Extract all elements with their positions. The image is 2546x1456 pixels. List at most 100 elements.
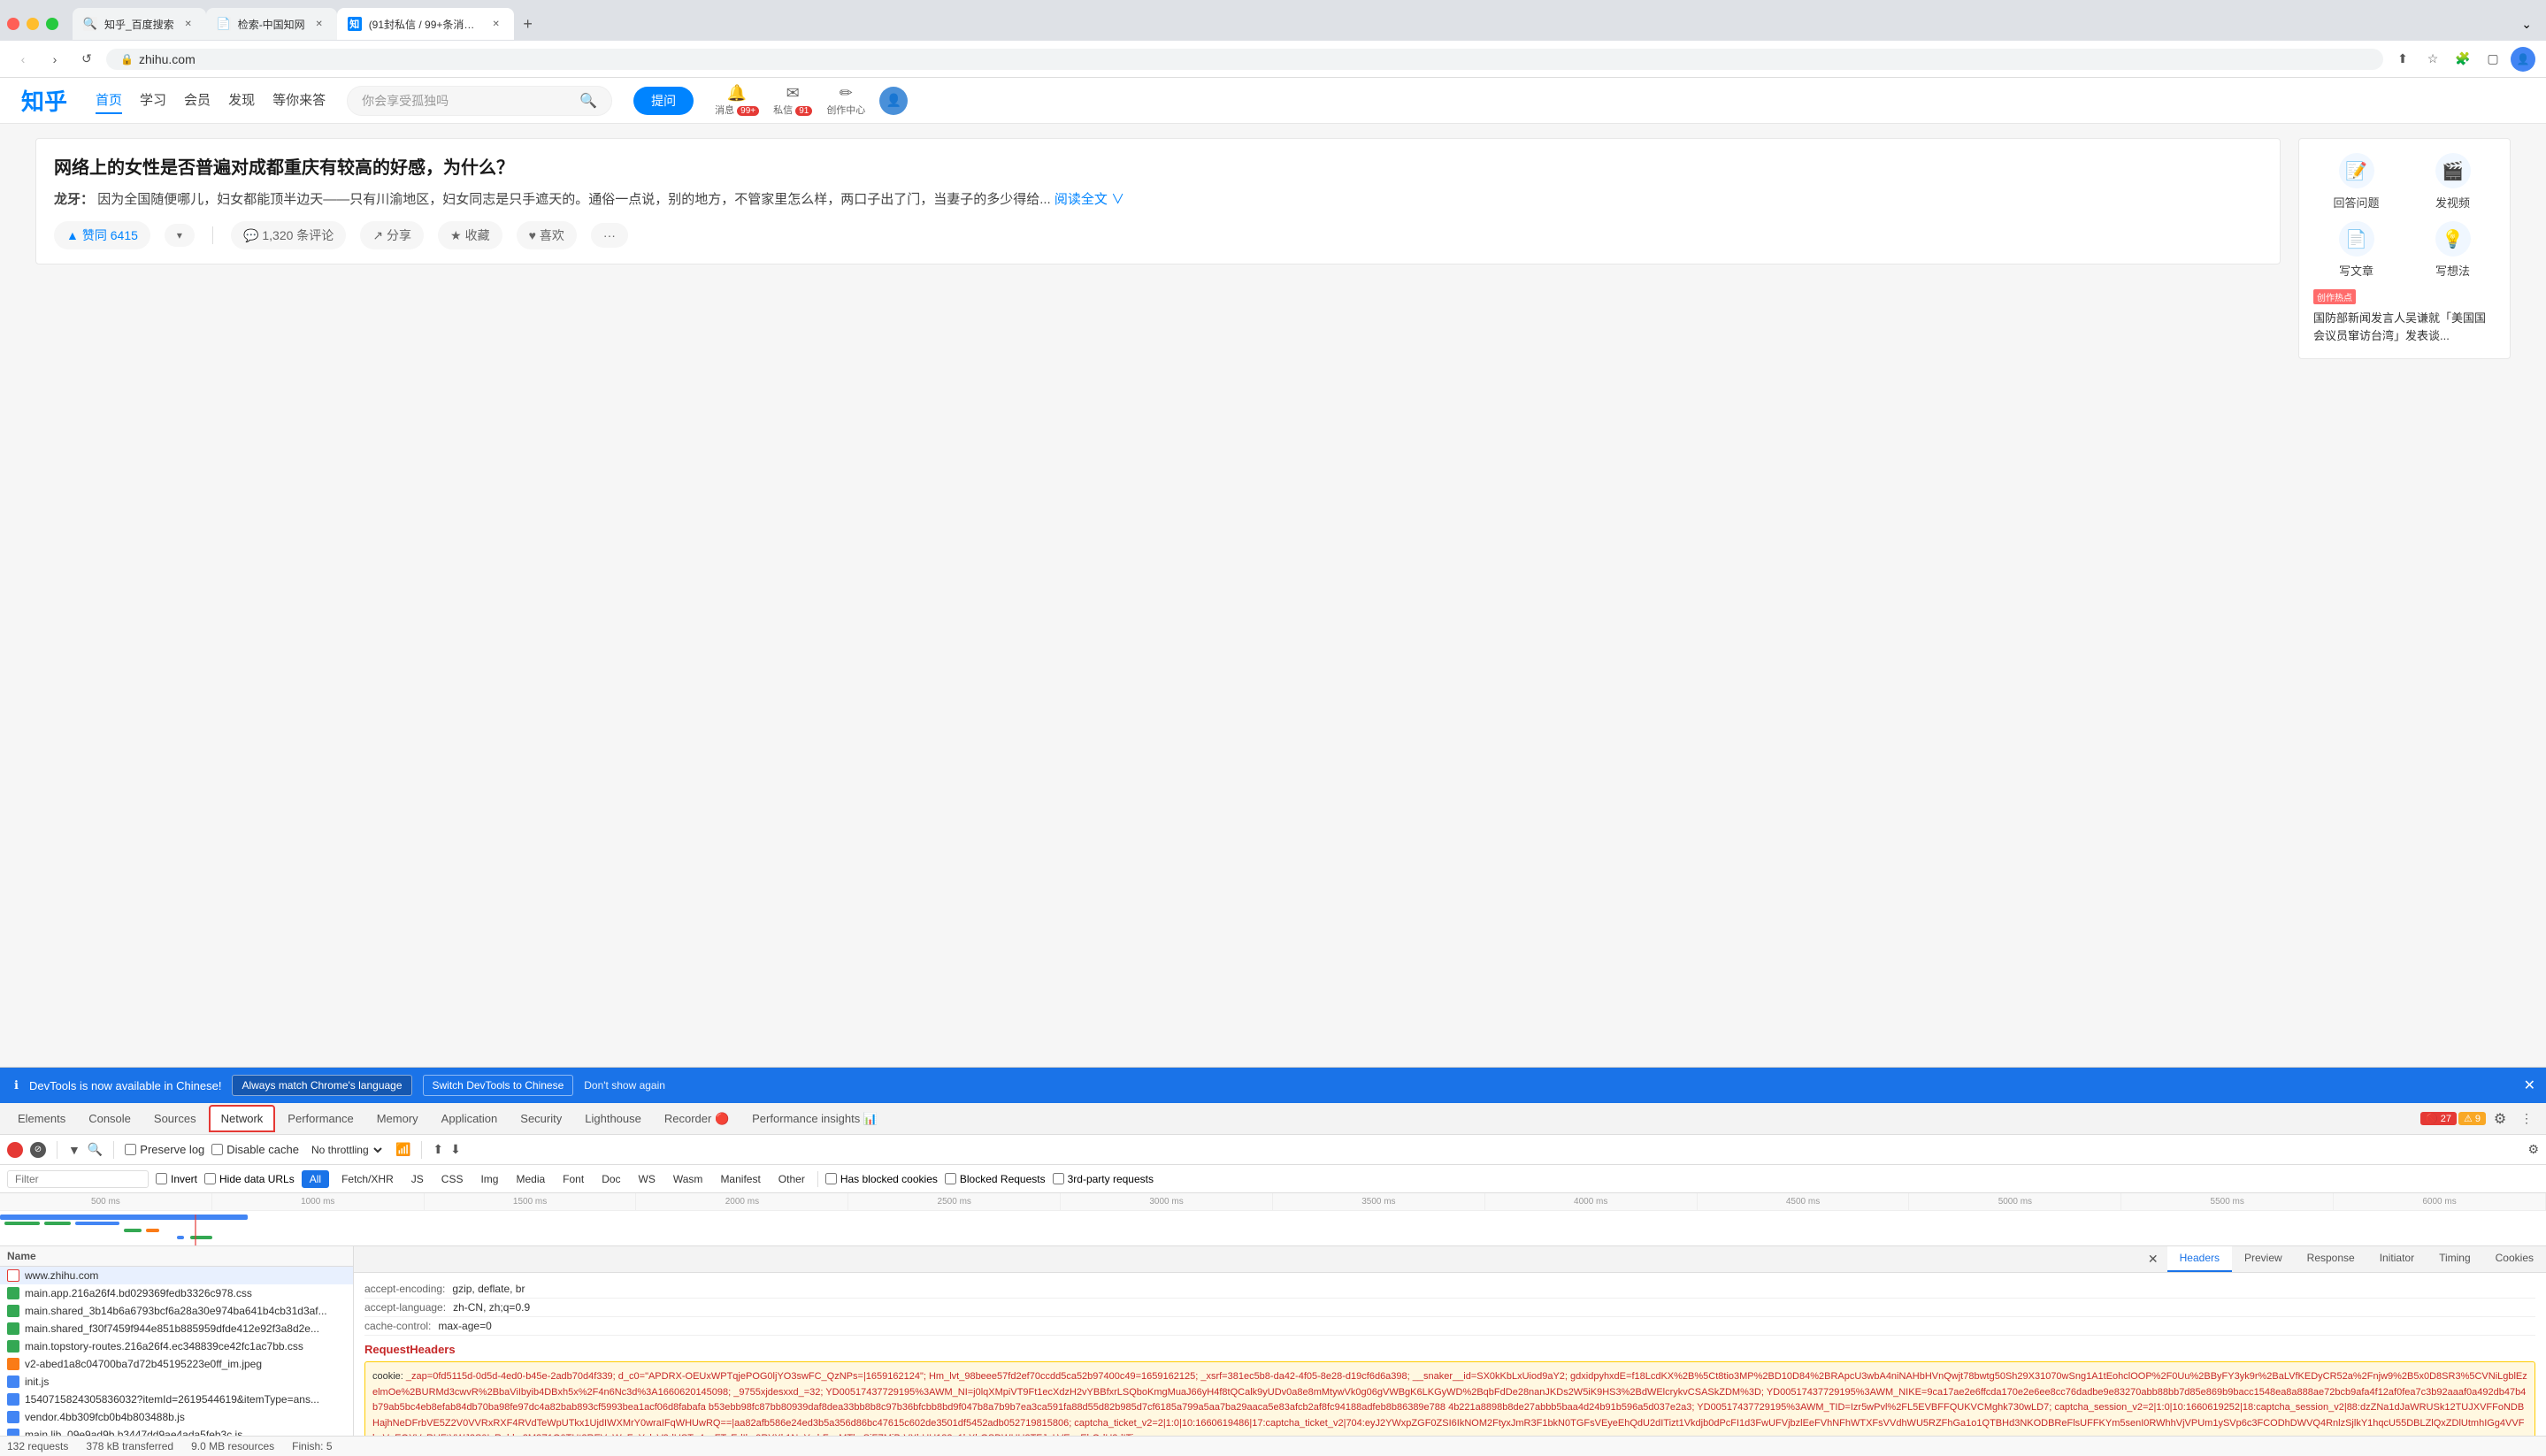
import-icon[interactable]: ⬆	[433, 1142, 443, 1157]
tab-3-close[interactable]: ✕	[489, 17, 503, 31]
minimize-button[interactable]	[27, 18, 39, 30]
network-row-item[interactable]: 1540715824305836032?itemId=2619544619&it…	[0, 1391, 353, 1408]
network-row-css2[interactable]: main.topstory-routes.216a26f4.ec348839ce…	[0, 1337, 353, 1355]
expand-icon[interactable]: ∨	[1111, 192, 1124, 207]
back-button[interactable]: ‹	[11, 47, 35, 72]
tab-network[interactable]: Network	[209, 1105, 276, 1132]
hot-news-text[interactable]: 国防部新闻发言人吴谦就「美国国会议员窜访台湾」发表谈...	[2313, 310, 2496, 344]
read-more-link[interactable]: 阅读全文	[1054, 192, 1108, 207]
filter-doc-btn[interactable]: Doc	[596, 1171, 625, 1187]
filter-other-btn[interactable]: Other	[773, 1171, 810, 1187]
bookmark-icon[interactable]: ☆	[2420, 47, 2445, 72]
tab-1-close[interactable]: ✕	[181, 17, 196, 31]
invert-input[interactable]	[156, 1173, 167, 1184]
ask-button[interactable]: 提问	[633, 87, 694, 115]
network-row-img[interactable]: v2-abed1a8c04700ba7d72b45195223e0ff_im.j…	[0, 1355, 353, 1373]
tab-bar-menu[interactable]: ⌄	[2514, 13, 2539, 35]
third-party-input[interactable]	[1053, 1173, 1064, 1184]
filter-input[interactable]	[7, 1170, 149, 1188]
save-button[interactable]: ★ 收藏	[438, 221, 502, 249]
tab-application[interactable]: Application	[431, 1107, 509, 1130]
search-icon[interactable]: 🔍	[88, 1142, 103, 1157]
network-row-lib1[interactable]: main.lib_09e9ad9b.b3447dd9ae4ada5feb3c.j…	[0, 1426, 353, 1436]
nav-wait[interactable]: 等你来答	[272, 87, 326, 114]
tab-recorder[interactable]: Recorder 🔴	[654, 1107, 740, 1131]
detail-tab-initiator[interactable]: Initiator	[2367, 1246, 2427, 1272]
filter-media-btn[interactable]: Media	[510, 1171, 550, 1187]
detail-tab-preview[interactable]: Preview	[2232, 1246, 2295, 1272]
has-blocked-checkbox[interactable]: Has blocked cookies	[825, 1173, 938, 1185]
dm-icon-group[interactable]: ✉ 私信 91	[773, 84, 812, 117]
expand-btn[interactable]: ▾	[165, 224, 195, 247]
preserve-log-input[interactable]	[125, 1144, 136, 1155]
nav-discover[interactable]: 发现	[228, 87, 255, 114]
network-row-shared2[interactable]: main.shared_f30f7459f944e851b885959dfde4…	[0, 1320, 353, 1337]
filter-wasm-btn[interactable]: Wasm	[668, 1171, 709, 1187]
filter-manifest-btn[interactable]: Manifest	[715, 1171, 765, 1187]
tab-performance[interactable]: Performance	[277, 1107, 364, 1130]
network-row-vendor[interactable]: vendor.4bb309fcb0b4b803488b.js	[0, 1408, 353, 1426]
nav-study[interactable]: 学习	[140, 87, 166, 114]
switch-chinese-button[interactable]: Switch DevTools to Chinese	[423, 1075, 574, 1096]
tab-1[interactable]: 🔍 知乎_百度搜索 ✕	[73, 8, 206, 40]
close-button[interactable]	[7, 18, 19, 30]
message-icon-group[interactable]: 🔔 消息 99+	[715, 84, 759, 117]
tab-2[interactable]: 📄 检索-中国知网 ✕	[206, 8, 337, 40]
sidebar-idea[interactable]: 💡 写想法	[2410, 221, 2496, 279]
network-row-css1[interactable]: main.app.216a26f4.bd029369fedb3326c978.c…	[0, 1284, 353, 1302]
tab-2-close[interactable]: ✕	[312, 17, 326, 31]
creator-icon-group[interactable]: ✏ 创作中心	[826, 84, 865, 117]
network-row-zhihu[interactable]: www.zhihu.com	[0, 1267, 353, 1284]
filter-xhr-btn[interactable]: Fetch/XHR	[336, 1171, 399, 1187]
hide-data-urls-input[interactable]	[204, 1173, 216, 1184]
maximize-button[interactable]	[46, 18, 58, 30]
detail-tab-cookies[interactable]: Cookies	[2483, 1246, 2546, 1272]
new-tab-button[interactable]: +	[514, 10, 542, 38]
filter-img-btn[interactable]: Img	[475, 1171, 503, 1187]
tab-perf-insights[interactable]: Performance insights 📊	[741, 1107, 888, 1131]
detail-tab-response[interactable]: Response	[2295, 1246, 2367, 1272]
upvote-button[interactable]: ▲ 赞同 6415	[54, 221, 150, 249]
forward-button[interactable]: ›	[42, 47, 67, 72]
devtools-more-icon[interactable]: ⋮	[2514, 1107, 2539, 1131]
blocked-requests-input[interactable]	[945, 1173, 956, 1184]
tab-lighthouse[interactable]: Lighthouse	[574, 1107, 652, 1130]
network-settings-icon[interactable]: ⚙	[2527, 1142, 2539, 1157]
share-button[interactable]: ↗ 分享	[360, 221, 424, 249]
preserve-log-checkbox[interactable]: Preserve log	[125, 1143, 204, 1156]
has-blocked-input[interactable]	[825, 1173, 837, 1184]
network-row-init[interactable]: init.js	[0, 1373, 353, 1391]
profile-avatar[interactable]: 👤	[2511, 47, 2535, 72]
extensions-icon[interactable]: 🧩	[2450, 47, 2475, 72]
throttling-select[interactable]: No throttling	[306, 1141, 385, 1159]
third-party-checkbox[interactable]: 3rd-party requests	[1053, 1173, 1154, 1185]
blocked-requests-checkbox[interactable]: Blocked Requests	[945, 1173, 1046, 1185]
tab-3[interactable]: 知 (91封私信 / 99+条消息) 首页 - ✕	[337, 8, 514, 40]
tab-elements[interactable]: Elements	[7, 1107, 76, 1130]
reload-button[interactable]: ↺	[74, 47, 99, 72]
tab-sources[interactable]: Sources	[143, 1107, 207, 1130]
detail-tab-headers[interactable]: Headers	[2167, 1246, 2232, 1272]
sidebar-answer[interactable]: 📝 回答问题	[2313, 153, 2399, 211]
info-bar-close[interactable]: ✕	[2524, 1077, 2535, 1094]
url-bar[interactable]: 🔒 zhihu.com	[106, 49, 2383, 70]
like-button[interactable]: ♥ 喜欢	[517, 221, 577, 249]
more-button[interactable]: ···	[591, 223, 628, 248]
export-icon[interactable]: ⬇	[450, 1142, 461, 1157]
filter-js-btn[interactable]: JS	[406, 1171, 429, 1187]
dont-show-button[interactable]: Don't show again	[584, 1079, 665, 1092]
filter-icon[interactable]: ▼	[68, 1143, 81, 1157]
detail-tab-timing[interactable]: Timing	[2427, 1246, 2483, 1272]
record-button[interactable]	[7, 1142, 23, 1158]
cast-icon[interactable]: ⬆	[2390, 47, 2415, 72]
nav-home[interactable]: 首页	[96, 87, 122, 114]
filter-ws-btn[interactable]: WS	[633, 1171, 661, 1187]
network-row-shared1[interactable]: main.shared_3b14b6a6793bcf6a28a30e974ba6…	[0, 1302, 353, 1320]
filter-font-btn[interactable]: Font	[557, 1171, 589, 1187]
disable-cache-input[interactable]	[211, 1144, 223, 1155]
tab-console[interactable]: Console	[78, 1107, 142, 1130]
invert-checkbox[interactable]: Invert	[156, 1173, 197, 1185]
filter-all-btn[interactable]: All	[302, 1170, 329, 1188]
comment-button[interactable]: 💬 1,320 条评论	[231, 221, 346, 249]
window-icon[interactable]: ▢	[2481, 47, 2505, 72]
